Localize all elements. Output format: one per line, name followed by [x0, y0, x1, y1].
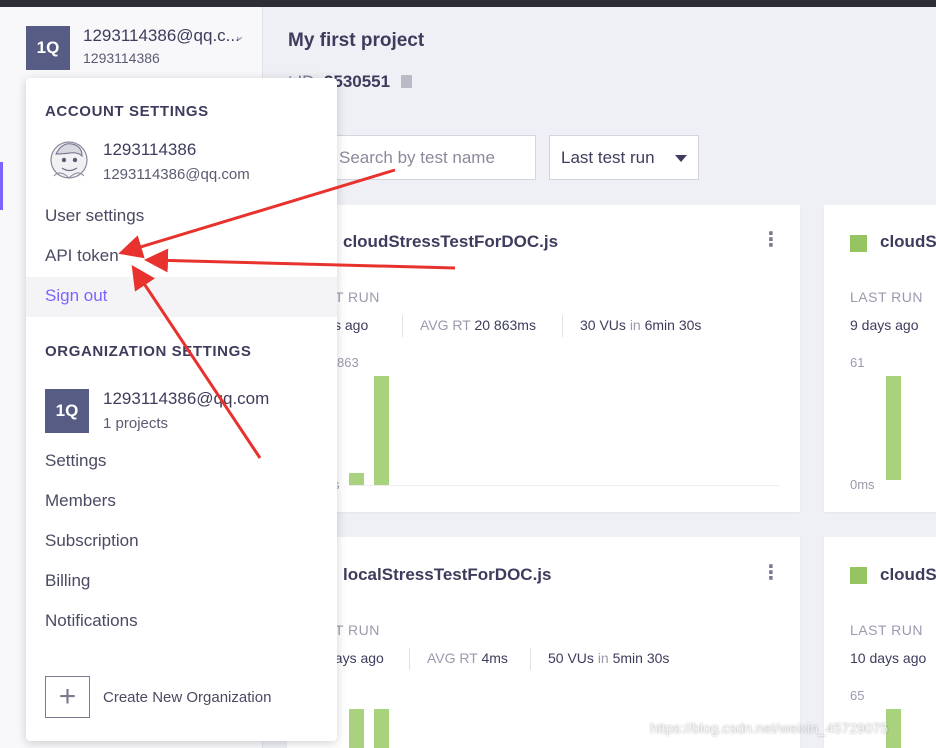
user-avatar-image: [50, 141, 88, 179]
menu-item-user-settings[interactable]: User settings: [26, 197, 337, 237]
menu-item-members[interactable]: Members: [26, 482, 337, 522]
in-word: in: [629, 317, 641, 333]
page-title: My first project: [288, 30, 425, 51]
test-card[interactable]: cloudStressTestForDOC.js ⋮ ST RUN ys ago…: [287, 205, 800, 512]
test-card[interactable]: cloudS LAST RUN 9 days ago 61 0ms: [824, 205, 936, 512]
menu-item-billing[interactable]: Billing: [26, 562, 337, 602]
chart-bar[interactable]: [349, 473, 364, 485]
divider: [562, 315, 563, 337]
avg-rt-value: 20 863ms: [474, 317, 536, 333]
last-run-label: LAST RUN: [850, 289, 923, 305]
y-axis-max-label: 65: [850, 688, 865, 703]
duration-value: 6min 30s: [644, 317, 702, 333]
sort-select-value: Last test run: [561, 148, 655, 167]
more-vertical-icon[interactable]: ⋮: [761, 563, 781, 583]
test-card[interactable]: localStressTestForDOC.js ⋮ ST RUN days a…: [287, 537, 800, 748]
chevron-down-icon[interactable]: ⌄: [234, 28, 245, 44]
account-avatar[interactable]: 1Q: [26, 26, 70, 70]
account-id: 1293114386: [83, 50, 160, 66]
last-run-time: 10 days ago: [850, 650, 927, 666]
avg-rt-label: AVG RT: [420, 317, 471, 333]
duration-value: 5min 30s: [612, 650, 670, 666]
test-card-title[interactable]: localStressTestForDOC.js: [343, 565, 551, 585]
menu-item-settings[interactable]: Settings: [26, 442, 337, 482]
last-run-time: 9 days ago: [850, 317, 919, 333]
test-card-title[interactable]: cloudS: [880, 232, 936, 252]
avg-rt-label: AVG RT: [427, 650, 478, 666]
menu-item-sign-out[interactable]: Sign out: [26, 277, 337, 317]
last-run-label: LAST RUN: [850, 622, 923, 638]
plus-icon[interactable]: +: [45, 676, 90, 718]
vus-metric: 30 VUs in 6min 30s: [580, 317, 701, 333]
chart-bar[interactable]: [374, 376, 389, 485]
y-axis-max-label: 863: [337, 355, 359, 370]
organization-project-count: 1 projects: [103, 415, 169, 432]
more-vertical-icon[interactable]: ⋮: [761, 230, 781, 250]
in-word: in: [597, 650, 609, 666]
test-status-square: [850, 567, 867, 584]
y-axis-min-label: 0ms: [850, 477, 875, 492]
avg-rt-metric: AVG RT 4ms: [427, 650, 508, 666]
organization-name: 1293114386@qq.com: [103, 389, 270, 408]
sidebar-active-indicator: [0, 162, 3, 210]
divider: [402, 315, 403, 337]
menu-item-api-token[interactable]: API token: [26, 237, 337, 277]
account-settings-heading: ACCOUNT SETTINGS: [45, 103, 209, 120]
test-card-title[interactable]: cloudStressTestForDOC.js: [343, 232, 558, 252]
menu-item-subscription[interactable]: Subscription: [26, 522, 337, 562]
user-email: 1293114386@qq.com: [103, 166, 250, 183]
y-axis-max-label: 61: [850, 355, 865, 370]
chart-bar[interactable]: [349, 709, 364, 748]
create-organization-button[interactable]: Create New Organization: [103, 689, 271, 706]
copy-icon[interactable]: [400, 75, 412, 88]
chart-bar[interactable]: [886, 709, 901, 748]
chart-bar[interactable]: [374, 709, 389, 748]
top-bar: [0, 0, 936, 7]
vus-value: 50 VUs: [548, 650, 594, 666]
chart-baseline: [349, 485, 779, 486]
organization-settings-heading: ORGANIZATION SETTINGS: [45, 343, 252, 360]
vus-value: 30 VUs: [580, 317, 626, 333]
user-name: 1293114386: [103, 140, 197, 159]
search-input[interactable]: Search by test name: [315, 135, 536, 180]
avg-rt-metric: AVG RT 20 863ms: [420, 317, 536, 333]
caret-down-icon: [675, 155, 687, 162]
organization-avatar: 1Q: [45, 389, 89, 433]
sort-select[interactable]: Last test run: [549, 135, 699, 180]
test-status-square: [850, 235, 867, 252]
test-card-title[interactable]: cloudS: [880, 565, 936, 585]
divider: [530, 648, 531, 670]
test-card[interactable]: cloudS LAST RUN 10 days ago 65: [824, 537, 936, 748]
avg-rt-value: 4ms: [481, 650, 508, 666]
account-dropdown-menu: ACCOUNT SETTINGS 1293114386 1293114386@q…: [26, 78, 337, 741]
account-switcher-email[interactable]: 1293114386@qq.c...: [83, 26, 240, 46]
watermark: https://blog.csdn.net/weixin_45729075: [650, 720, 889, 736]
chart-bar[interactable]: [886, 376, 901, 480]
menu-item-notifications[interactable]: Notifications: [26, 602, 337, 642]
vus-metric: 50 VUs in 5min 30s: [548, 650, 669, 666]
divider: [409, 648, 410, 670]
